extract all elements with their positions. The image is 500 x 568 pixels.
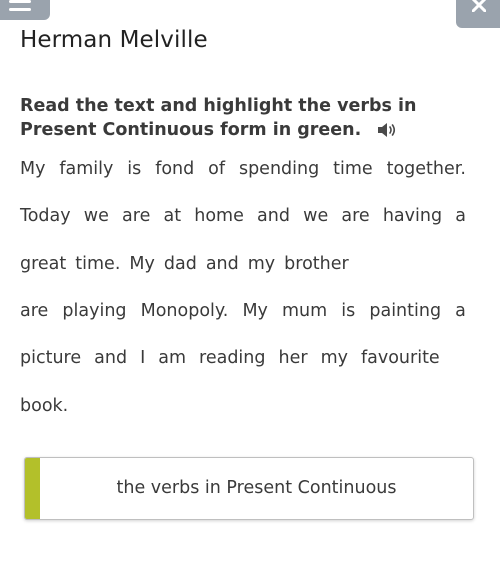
text-line-6: book. [20,395,466,417]
text-word[interactable]: painting [369,300,441,322]
text-word[interactable]: and [94,348,127,368]
text-word[interactable]: my [321,348,348,368]
text-word[interactable]: mum [282,300,327,322]
author-name: Herman Melville [20,27,208,53]
text-word[interactable]: are [20,300,48,322]
hamburger-menu-icon-bar [9,8,31,11]
task-instruction: Read the text and highlight the verbs in… [20,94,485,145]
text-word[interactable]: favourite [361,348,440,368]
text-word[interactable]: Today [20,205,71,227]
answer-accent-bar [25,458,40,519]
text-word[interactable]: having [383,205,442,227]
text-word[interactable]: reading [199,348,265,368]
answer-category-label: the verbs in Present Continuous [116,478,397,498]
text-line-1: My family is fond of spending time together. [20,158,466,180]
text-word[interactable]: picture [20,348,81,368]
text-word[interactable]: her [279,348,308,368]
text-word[interactable]: at [164,205,182,227]
text-word[interactable]: My [20,158,45,180]
text-word[interactable]: brother [284,254,349,274]
text-word[interactable]: spending [239,158,319,180]
text-word[interactable]: are [341,205,369,227]
text-word[interactable]: My [242,300,267,322]
answer-category-box[interactable]: the verbs in Present Continuous [24,457,474,520]
text-word[interactable]: My [129,254,154,274]
text-line-2: Today we are at home and we are having a [20,205,466,227]
text-word[interactable]: time. [75,254,120,274]
text-word[interactable]: we [303,205,328,227]
instruction-text: Read the text and highlight the verbs in… [20,96,417,140]
text-word[interactable]: dad [164,254,197,274]
text-word[interactable]: am [158,348,186,368]
text-word[interactable]: are [122,205,150,227]
menu-button[interactable] [0,0,50,20]
text-word[interactable]: we [84,205,109,227]
text-word[interactable]: book. [20,396,68,416]
text-word[interactable]: home [194,205,244,227]
text-word[interactable]: a [455,300,466,322]
text-word[interactable]: is [127,158,141,180]
speaker-icon[interactable] [377,121,397,145]
text-line-3: great time. My dad and my brother [20,253,466,275]
text-word[interactable]: is [341,300,355,322]
text-line-4: are playing Monopoly. My mum is painting a [20,300,466,322]
text-word[interactable]: together. [387,158,466,180]
text-word[interactable]: Monopoly. [141,300,229,322]
text-word[interactable]: a [455,205,466,227]
text-line-5: picture and Iam reading her my favourite [20,347,440,369]
close-button[interactable] [456,0,500,28]
text-word[interactable]: playing [62,300,126,322]
text-word[interactable]: family [59,158,113,180]
close-icon [472,0,486,12]
text-word[interactable]: and [257,205,290,227]
text-word[interactable]: great [20,254,66,274]
text-word[interactable]: and [206,254,239,274]
text-word[interactable]: my [248,254,275,274]
exercise-page: Herman Melville Read the text and highli… [0,0,500,568]
text-word[interactable]: time [333,158,373,180]
text-word[interactable]: fond [155,158,194,180]
text-word[interactable]: of [208,158,225,180]
text-word[interactable]: I [140,348,145,368]
hamburger-menu-icon [9,0,31,3]
